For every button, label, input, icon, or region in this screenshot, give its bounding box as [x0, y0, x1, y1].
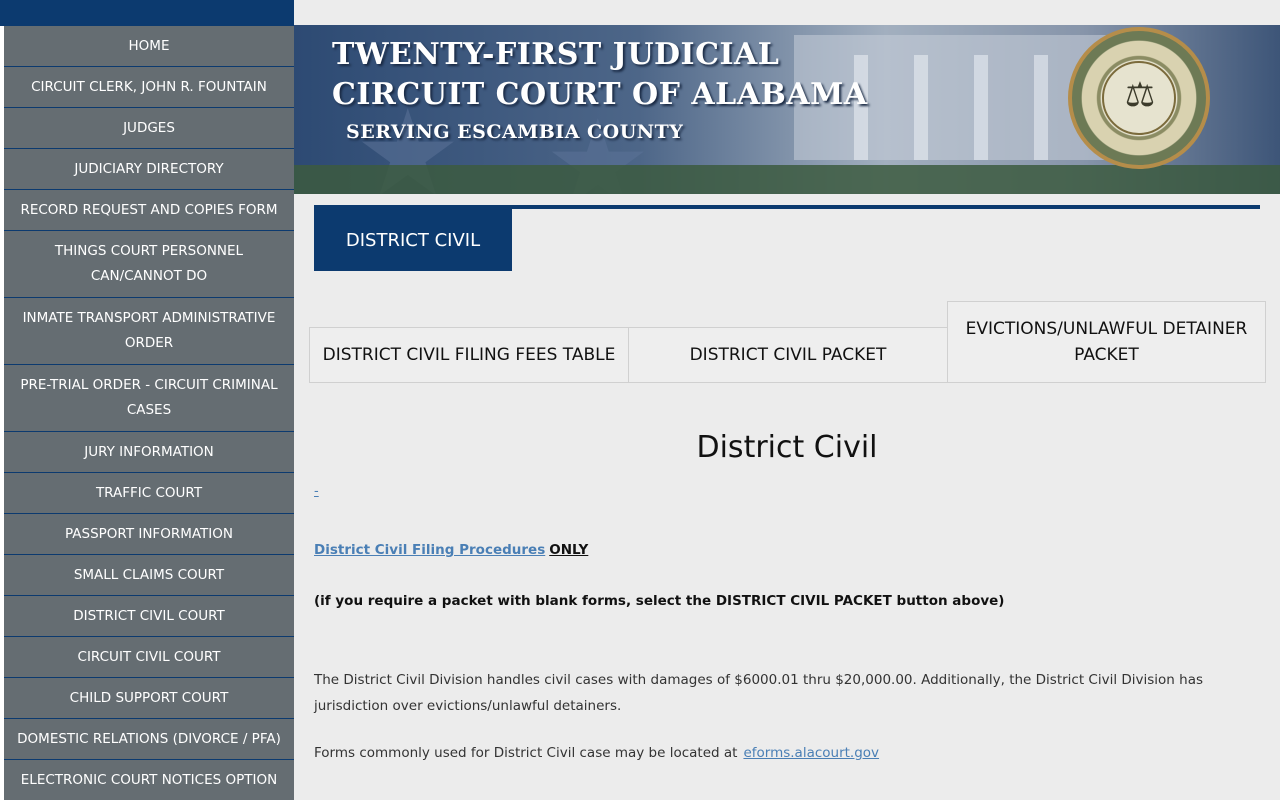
main-content: DISTRICT CIVIL DISTRICT CIVIL FILING FEE… — [294, 194, 1280, 800]
sidebar-item-domestic-relations[interactable]: DOMESTIC RELATIONS (DIVORCE / PFA) — [4, 719, 294, 760]
sidebar-item-label: ELECTRONIC COURT NOTICES OPTION — [20, 771, 278, 788]
page-title: District Civil — [696, 430, 878, 465]
sidebar-item-label: JUDICIARY DIRECTORY — [74, 160, 224, 177]
sidebar-item-inmate-transport[interactable]: INMATE TRANSPORT ADMINISTRATIVE ORDER — [4, 298, 294, 365]
sidebar-item-label: PRE-TRIAL ORDER - CIRCUIT CRIMINAL CASES — [20, 377, 278, 418]
forms-line: Forms commonly used for District Civil c… — [314, 745, 879, 761]
sidebar-item-label: JURY INFORMATION — [84, 443, 214, 460]
sidebar-item-label: CHILD SUPPORT COURT — [69, 689, 229, 706]
filing-procedures-line: District Civil Filing Procedures ONLY — [314, 542, 588, 558]
sidebar-item-label: THINGS COURT PERSONNEL CAN/CANNOT DO — [54, 243, 244, 284]
sidebar-item-label: HOME — [128, 37, 170, 54]
evictions-packet-button[interactable]: EVICTIONS/UNLAWFUL DETAINER PACKET — [947, 301, 1266, 383]
eforms-link[interactable]: eforms.alacourt.gov — [743, 745, 879, 761]
filing-fees-table-button[interactable]: DISTRICT CIVIL FILING FEES TABLE — [309, 327, 629, 383]
sidebar-item-label: CIRCUIT CLERK, JOHN R. FOUNTAIN — [31, 78, 267, 95]
dash-link[interactable]: - — [314, 484, 319, 499]
banner-title-line1: TWENTY-FIRST JUDICIAL — [332, 37, 780, 72]
banner-subtitle: SERVING ESCAMBIA COUNTY — [346, 121, 684, 143]
sidebar-item-small-claims[interactable]: SMALL CLAIMS COURT — [4, 555, 294, 596]
column-shape — [974, 55, 988, 160]
sidebar-item-electronic-notices[interactable]: ELECTRONIC COURT NOTICES OPTION — [4, 760, 294, 800]
sidebar-item-label: RECORD REQUEST AND COPIES FORM — [20, 201, 278, 218]
sidebar-top-bar — [0, 0, 294, 26]
sidebar-item-label: PASSPORT INFORMATION — [65, 525, 233, 542]
sidebar-item-district-civil[interactable]: DISTRICT CIVIL COURT — [4, 596, 294, 637]
sidebar-item-child-support[interactable]: CHILD SUPPORT COURT — [4, 678, 294, 719]
forms-text: Forms commonly used for District Civil c… — [314, 745, 738, 761]
sidebar-item-label: INMATE TRANSPORT ADMINISTRATIVE ORDER — [22, 310, 276, 351]
column-shape — [1034, 55, 1048, 160]
sidebar-item-pre-trial-order[interactable]: PRE-TRIAL ORDER - CIRCUIT CRIMINAL CASES — [4, 365, 294, 432]
sidebar-item-home[interactable]: HOME — [4, 26, 294, 67]
sidebar-item-label: CIRCUIT CIVIL COURT — [77, 648, 221, 665]
only-label: ONLY — [549, 542, 589, 558]
sidebar-item-judges[interactable]: JUDGES — [4, 108, 294, 149]
section-tab-district-civil: DISTRICT CIVIL — [314, 209, 512, 271]
sidebar-item-label: DOMESTIC RELATIONS (DIVORCE / PFA) — [17, 730, 281, 747]
column-shape — [914, 55, 928, 160]
banner-title-line2: CIRCUIT COURT OF ALABAMA — [332, 77, 868, 112]
sidebar-item-label: JUDGES — [123, 119, 175, 136]
packet-note: (if you require a packet with blank form… — [314, 593, 1005, 609]
sidebar-item-label: DISTRICT CIVIL COURT — [73, 607, 225, 624]
state-seal-icon: ⚖ — [1068, 27, 1210, 169]
sidebar-menu: HOME CIRCUIT CLERK, JOHN R. FOUNTAIN JUD… — [0, 26, 294, 800]
division-description: The District Civil Division handles civi… — [314, 672, 1204, 714]
sidebar-item-label: TRAFFIC COURT — [95, 484, 203, 501]
header-banner: ★ ★ TWENTY-FIRST JUDICIAL CIRCUIT COURT … — [294, 25, 1280, 194]
district-civil-packet-button[interactable]: DISTRICT CIVIL PACKET — [628, 327, 948, 383]
sidebar-item-court-personnel[interactable]: THINGS COURT PERSONNEL CAN/CANNOT DO — [4, 231, 294, 298]
hedge-shape — [294, 165, 1280, 194]
sidebar-nav: HOME CIRCUIT CLERK, JOHN R. FOUNTAIN JUD… — [0, 0, 294, 800]
sidebar-item-jury-information[interactable]: JURY INFORMATION — [4, 432, 294, 473]
sidebar-item-judiciary-directory[interactable]: JUDICIARY DIRECTORY — [4, 149, 294, 190]
sidebar-item-label: SMALL CLAIMS COURT — [73, 566, 225, 583]
filing-procedures-link[interactable]: District Civil Filing Procedures — [314, 542, 545, 558]
scales-icon: ⚖ — [1124, 75, 1156, 115]
sidebar-item-traffic-court[interactable]: TRAFFIC COURT — [4, 473, 294, 514]
sidebar-item-record-request[interactable]: RECORD REQUEST AND COPIES FORM — [4, 190, 294, 231]
sidebar-item-circuit-clerk[interactable]: CIRCUIT CLERK, JOHN R. FOUNTAIN — [4, 67, 294, 108]
sidebar-item-circuit-civil[interactable]: CIRCUIT CIVIL COURT — [4, 637, 294, 678]
sidebar-item-passport-information[interactable]: PASSPORT INFORMATION — [4, 514, 294, 555]
